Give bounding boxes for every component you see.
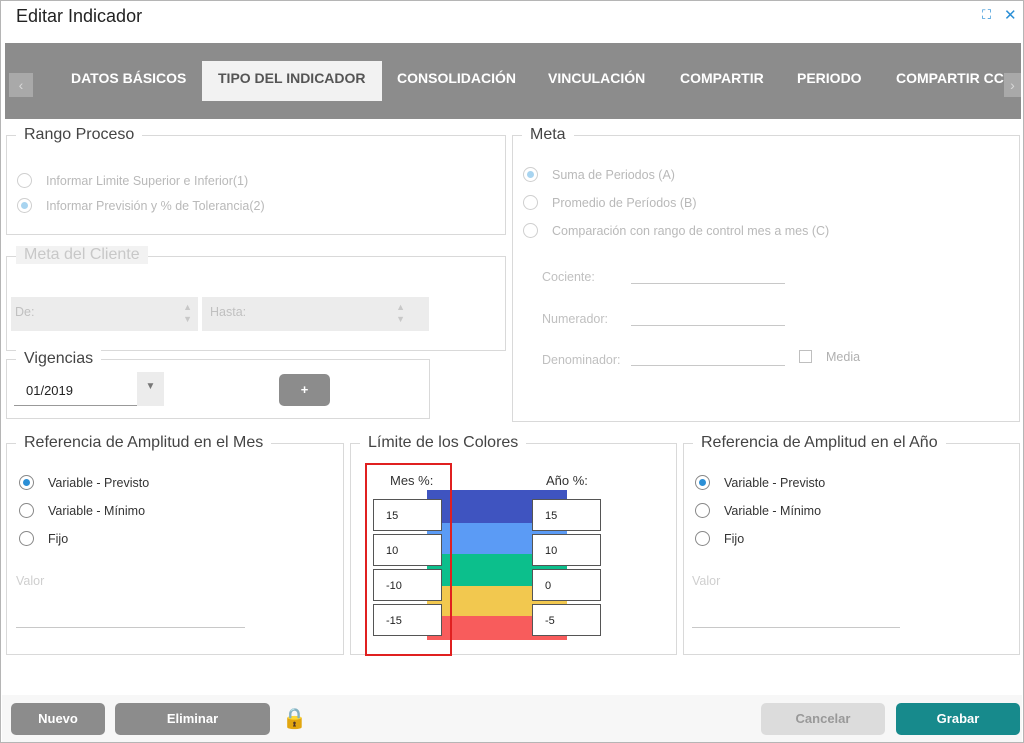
rango-proceso-group: Rango Proceso Informar Limite Superior e… <box>6 126 506 235</box>
radio-icon <box>695 531 710 546</box>
tab-periodo[interactable]: PERIODO <box>797 70 862 86</box>
meta-option-a-label: Suma de Periodos (A) <box>552 167 675 182</box>
ref-anio-option-previsto[interactable]: Variable - Previsto <box>695 475 825 490</box>
radio-icon <box>695 475 710 490</box>
radio-icon <box>695 503 710 518</box>
ref-mes-valor-label: Valor <box>16 574 45 588</box>
hasta-field[interactable]: Hasta: ▲ ▼ <box>202 297 429 331</box>
editar-indicador-dialog: Editar Indicador ⛶ ✕ ‹ DATOS BÁSICOS TIP… <box>0 0 1024 743</box>
rango-option-2-label: Informar Previsión y % de Tolerancia(2) <box>46 198 265 213</box>
ref-mes-option-fijo[interactable]: Fijo <box>19 531 68 546</box>
anio-limit-2[interactable]: 10 <box>532 534 601 566</box>
de-label: De: <box>15 305 35 319</box>
radio-icon <box>523 223 538 238</box>
ref-mes-option-previsto[interactable]: Variable - Previsto <box>19 475 149 490</box>
dialog-title: Editar Indicador <box>16 6 143 26</box>
tab-datos-basicos[interactable]: DATOS BÁSICOS <box>71 70 186 86</box>
spinner-icon[interactable]: ▲ ▼ <box>183 301 192 325</box>
denominador-input[interactable] <box>631 365 785 366</box>
radio-icon <box>19 531 34 546</box>
lock-icon[interactable]: 🔒 <box>282 706 307 731</box>
anio-limit-1[interactable]: 15 <box>532 499 601 531</box>
ref-anio-option-fijo-label: Fijo <box>724 531 745 546</box>
ref-anio-option-minimo[interactable]: Variable - Mínimo <box>695 503 821 518</box>
ref-anio-valor-label: Valor <box>692 574 721 588</box>
numerador-label: Numerador: <box>542 312 608 326</box>
numerador-input[interactable] <box>631 325 785 326</box>
meta-cliente-group: Meta del Cliente De: ▲ ▼ Hasta: ▲ ▼ <box>6 246 506 351</box>
rango-option-1[interactable]: Informar Limite Superior e Inferior(1) <box>17 173 248 188</box>
grabar-button[interactable]: Grabar <box>896 703 1020 735</box>
scroll-left-button[interactable]: ‹ <box>9 73 33 97</box>
ref-mes-option-previsto-label: Variable - Previsto <box>48 475 150 490</box>
cociente-input[interactable] <box>631 283 785 284</box>
tab-compartir-cc[interactable]: COMPARTIR CC <box>896 70 1004 86</box>
media-label: Media <box>826 350 861 364</box>
denominador-label: Denominador: <box>542 353 621 367</box>
add-vigencia-button[interactable]: + <box>279 374 330 406</box>
vigencias-group: Vigencias 01/2019 ▼ + <box>6 350 430 419</box>
meta-cliente-legend: Meta del Cliente <box>16 246 148 264</box>
highlight-box <box>365 463 452 656</box>
ref-anio-group: Referencia de Amplitud en el Año Variabl… <box>683 434 1020 655</box>
tab-consolidacion[interactable]: CONSOLIDACIÓN <box>397 70 516 86</box>
ref-mes-option-fijo-label: Fijo <box>48 531 69 546</box>
chevron-down-icon[interactable]: ▼ <box>137 372 164 406</box>
meta-option-b[interactable]: Promedio de Períodos (B) <box>523 195 697 210</box>
anio-percent-label: Año %: <box>546 473 588 488</box>
expand-icon[interactable]: ⛶ <box>982 7 991 23</box>
hasta-label: Hasta: <box>210 305 247 319</box>
media-checkbox[interactable] <box>799 350 812 363</box>
meta-option-c-label: Comparación con rango de control mes a m… <box>552 223 830 238</box>
ref-mes-valor-input[interactable] <box>16 627 245 628</box>
vigencias-select[interactable]: 01/2019 <box>14 372 138 406</box>
tab-vinculacion[interactable]: VINCULACIÓN <box>548 70 645 86</box>
nuevo-button[interactable]: Nuevo <box>11 703 105 735</box>
eliminar-button[interactable]: Eliminar <box>115 703 270 735</box>
ref-mes-legend: Referencia de Amplitud en el Mes <box>16 434 272 452</box>
rango-option-1-label: Informar Limite Superior e Inferior(1) <box>46 173 249 188</box>
spinner-icon[interactable]: ▲ ▼ <box>396 301 405 325</box>
meta-legend: Meta <box>522 126 574 144</box>
cancelar-button[interactable]: Cancelar <box>761 703 885 735</box>
meta-group: Meta Suma de Periodos (A) Promedio de Pe… <box>512 126 1020 422</box>
tab-bar: ‹ DATOS BÁSICOS TIPO DEL INDICADOR CONSO… <box>5 43 1021 119</box>
rango-proceso-legend: Rango Proceso <box>16 126 143 144</box>
ref-anio-legend: Referencia de Amplitud en el Año <box>693 434 946 452</box>
radio-icon <box>17 173 32 188</box>
anio-limit-3[interactable]: 0 <box>532 569 601 601</box>
cociente-label: Cociente: <box>542 270 595 284</box>
radio-icon <box>523 195 538 210</box>
radio-icon <box>17 198 32 213</box>
rango-option-2[interactable]: Informar Previsión y % de Tolerancia(2) <box>17 198 265 213</box>
close-icon[interactable]: ✕ <box>1004 6 1017 24</box>
meta-option-c[interactable]: Comparación con rango de control mes a m… <box>523 223 829 238</box>
limite-colores-legend: Límite de los Colores <box>360 434 527 452</box>
tab-compartir[interactable]: COMPARTIR <box>680 70 764 86</box>
radio-icon <box>19 475 34 490</box>
de-field[interactable]: De: ▲ ▼ <box>11 297 198 331</box>
ref-anio-option-minimo-label: Variable - Mínimo <box>724 503 822 518</box>
ref-mes-option-minimo-label: Variable - Mínimo <box>48 503 146 518</box>
radio-icon <box>523 167 538 182</box>
meta-option-b-label: Promedio de Períodos (B) <box>552 195 697 210</box>
ref-anio-option-fijo[interactable]: Fijo <box>695 531 744 546</box>
ref-mes-group: Referencia de Amplitud en el Mes Variabl… <box>6 434 344 655</box>
scroll-right-button[interactable]: › <box>1004 73 1021 97</box>
tab-tipo-del-indicador[interactable]: TIPO DEL INDICADOR <box>202 61 382 101</box>
anio-limit-4[interactable]: -5 <box>532 604 601 636</box>
ref-anio-valor-input[interactable] <box>692 627 900 628</box>
radio-icon <box>19 503 34 518</box>
ref-mes-option-minimo[interactable]: Variable - Mínimo <box>19 503 145 518</box>
ref-anio-option-previsto-label: Variable - Previsto <box>724 475 826 490</box>
meta-option-a[interactable]: Suma de Periodos (A) <box>523 167 675 182</box>
vigencias-legend: Vigencias <box>16 350 102 368</box>
